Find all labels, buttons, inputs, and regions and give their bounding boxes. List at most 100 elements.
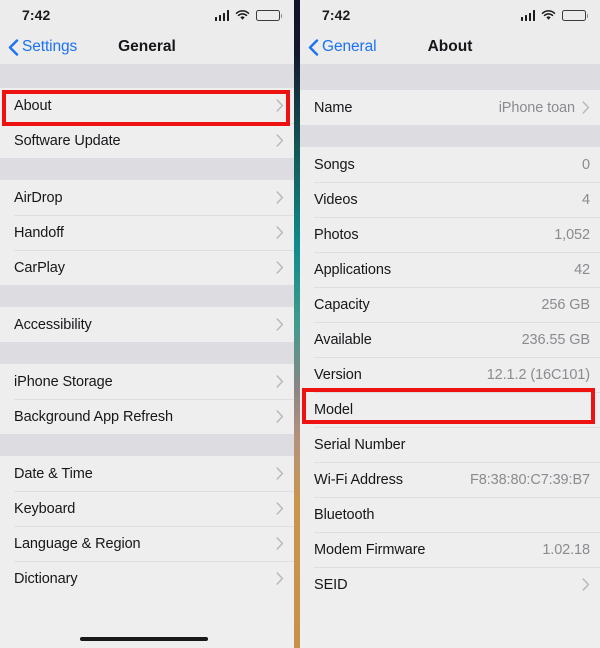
about-table: Name iPhone toan Songs 0 Videos 4 Photos 1,052 A… — [300, 64, 600, 602]
row-label: Background App Refresh — [14, 408, 174, 425]
row-background-app-refresh[interactable]: Background App Refresh — [0, 399, 294, 434]
settings-group: Date & Time Keyboard Language & Region Dict… — [0, 456, 294, 596]
row-applications[interactable]: Applications 42 — [300, 252, 600, 287]
row-label: SEID — [314, 576, 348, 593]
row-label: Capacity — [314, 296, 370, 313]
row-label: Applications — [314, 261, 391, 278]
row-keyboard[interactable]: Keyboard — [0, 491, 294, 526]
row-accessibility[interactable]: Accessibility — [0, 307, 294, 342]
row-label: Version — [314, 366, 362, 383]
row-value: 1.02.18 — [542, 541, 590, 558]
row-carplay[interactable]: CarPlay — [0, 250, 294, 285]
row-value: 42 — [574, 261, 590, 278]
row-label: Handoff — [14, 224, 64, 241]
chevron-right-icon — [276, 99, 284, 112]
settings-group: iPhone Storage Background App Refresh — [0, 364, 294, 434]
row-value: 236.55 GB — [521, 331, 591, 348]
row-software-update[interactable]: Software Update — [0, 123, 294, 158]
settings-group: AirDrop Handoff CarPlay — [0, 180, 294, 285]
chevron-right-icon — [582, 101, 590, 114]
row-modem-firmware[interactable]: Modem Firmware 1.02.18 — [300, 532, 600, 567]
row-capacity[interactable]: Capacity 256 GB — [300, 287, 600, 322]
row-value: F8:38:80:C7:39:B7 — [469, 471, 590, 488]
row-label: Songs — [314, 156, 355, 173]
row-about[interactable]: About — [0, 88, 294, 123]
row-songs[interactable]: Songs 0 — [300, 147, 600, 182]
wifi-icon — [235, 9, 250, 20]
chevron-right-icon — [276, 410, 284, 423]
row-date-time[interactable]: Date & Time — [0, 456, 294, 491]
dual-screenshot-container: 7:42 Settings General About Software Upd… — [0, 0, 600, 648]
back-button-general[interactable]: General — [300, 38, 377, 56]
row-label: Bluetooth — [314, 506, 375, 523]
left-nav-bar: Settings General — [0, 30, 294, 64]
row-airdrop[interactable]: AirDrop — [0, 180, 294, 215]
row-handoff[interactable]: Handoff — [0, 215, 294, 250]
row-label: Keyboard — [14, 500, 76, 517]
section-gap — [300, 125, 600, 147]
row-dictionary[interactable]: Dictionary — [0, 561, 294, 596]
row-label: About — [14, 97, 52, 114]
chevron-right-icon — [276, 572, 284, 585]
row-value: 256 GB — [541, 296, 590, 313]
chevron-left-icon — [8, 38, 19, 56]
row-name[interactable]: Name iPhone toan — [300, 90, 600, 125]
row-label: Wi-Fi Address — [314, 471, 403, 488]
row-wi-fi-address[interactable]: Wi-Fi Address F8:38:80:C7:39:B7 — [300, 462, 600, 497]
chevron-right-icon — [582, 578, 590, 591]
row-available[interactable]: Available 236.55 GB — [300, 322, 600, 357]
row-videos[interactable]: Videos 4 — [300, 182, 600, 217]
row-label: Videos — [314, 191, 358, 208]
row-bluetooth[interactable]: Bluetooth — [300, 497, 600, 532]
row-label: Photos — [314, 226, 359, 243]
row-serial-number[interactable]: Serial Number — [300, 427, 600, 462]
chevron-right-icon — [276, 318, 284, 331]
wifi-icon — [541, 9, 556, 20]
row-label: Language & Region — [14, 535, 141, 552]
section-gap — [0, 64, 294, 88]
chevron-right-icon — [276, 134, 284, 147]
section-gap — [0, 342, 294, 364]
right-status-bar: 7:42 — [300, 0, 600, 30]
home-indicator — [80, 637, 208, 641]
back-button-label: Settings — [22, 38, 78, 55]
row-label: Model — [314, 401, 353, 418]
row-label: Dictionary — [14, 570, 78, 587]
status-time: 7:42 — [22, 7, 51, 23]
row-seid[interactable]: SEID — [300, 567, 600, 602]
row-iphone-storage[interactable]: iPhone Storage — [0, 364, 294, 399]
cellular-signal-icon — [214, 9, 229, 21]
chevron-right-icon — [276, 375, 284, 388]
row-value: 12.1.2 (16C101) — [486, 366, 590, 383]
status-indicators — [214, 9, 282, 21]
row-label: Serial Number — [314, 436, 406, 453]
row-model[interactable]: Model — [300, 392, 600, 427]
left-phone-screen: 7:42 Settings General About Software Upd… — [0, 0, 294, 648]
row-version[interactable]: Version 12.1.2 (16C101) — [300, 357, 600, 392]
row-label: Accessibility — [14, 316, 92, 333]
right-phone-screen: 7:42 General About Name iPhone toan Song… — [300, 0, 600, 648]
row-photos[interactable]: Photos 1,052 — [300, 217, 600, 252]
battery-icon — [256, 9, 282, 21]
right-nav-bar: General About — [300, 30, 600, 64]
back-button-settings[interactable]: Settings — [0, 38, 77, 56]
chevron-right-icon — [276, 537, 284, 550]
section-gap — [0, 285, 294, 307]
left-status-bar: 7:42 — [0, 0, 294, 30]
section-gap — [300, 64, 600, 90]
row-label: iPhone Storage — [14, 373, 113, 390]
row-language-region[interactable]: Language & Region — [0, 526, 294, 561]
row-label: Modem Firmware — [314, 541, 426, 558]
row-label: CarPlay — [14, 259, 65, 276]
settings-group: About Software Update — [0, 88, 294, 158]
chevron-left-icon — [308, 38, 319, 56]
section-gap — [0, 158, 294, 180]
row-value: 4 — [582, 191, 590, 208]
row-value: 0 — [582, 156, 590, 173]
status-indicators — [520, 9, 588, 21]
chevron-right-icon — [276, 191, 284, 204]
section-gap — [0, 434, 294, 456]
row-value: iPhone toan — [498, 99, 575, 116]
settings-group: Accessibility — [0, 307, 294, 342]
row-label: Software Update — [14, 132, 121, 149]
